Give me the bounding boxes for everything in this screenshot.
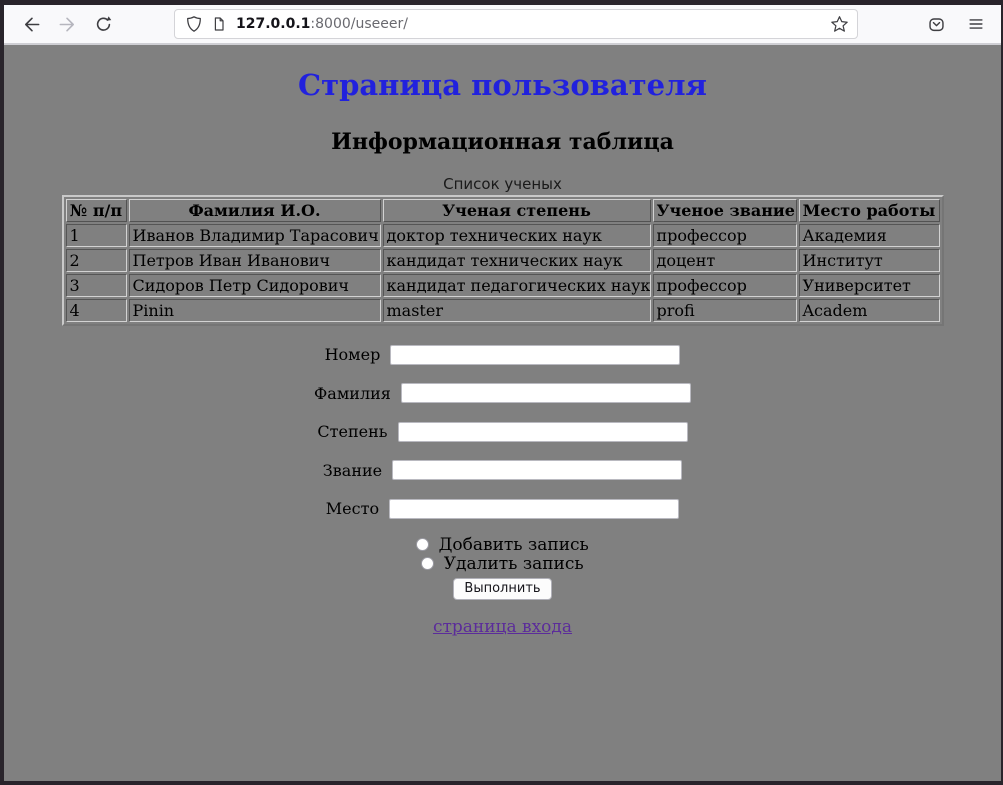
form-row-number: Номер xyxy=(4,344,1001,365)
form-row-place: Место xyxy=(4,498,1001,519)
delete-record-label: Удалить запись xyxy=(444,554,584,574)
column-header-surname: Фамилия И.О. xyxy=(129,199,381,222)
table-header-row: № п/п Фамилия И.О. Ученая степень Ученое… xyxy=(66,199,940,222)
degree-field-label: Степень xyxy=(317,422,387,441)
cell-rank: доцент xyxy=(653,249,797,272)
radio-row-add: Добавить запись xyxy=(4,536,1001,555)
back-button[interactable] xyxy=(16,9,46,39)
cell-number: 1 xyxy=(66,224,127,247)
browser-toolbar: 127.0.0.1:8000/useeer/ xyxy=(4,5,1001,45)
cell-degree: доктор технических наук xyxy=(383,224,651,247)
menu-icon xyxy=(967,15,985,33)
cell-degree: кандидат педагогических наук xyxy=(383,274,651,297)
cell-number: 3 xyxy=(66,274,127,297)
rank-field-label: Звание xyxy=(323,461,382,480)
cell-surname: Pinin xyxy=(129,299,381,322)
form-row-surname: Фамилия xyxy=(4,383,1001,404)
table-row: 4 Pinin master profi Academ xyxy=(66,299,940,322)
table-row: 2 Петров Иван Иванович кандидат техничес… xyxy=(66,249,940,272)
column-header-rank: Ученое звание xyxy=(653,199,797,222)
table-caption: Список ученых xyxy=(4,175,1001,193)
add-record-label: Добавить запись xyxy=(439,535,589,555)
forward-button[interactable] xyxy=(52,9,82,39)
column-header-number: № п/п xyxy=(66,199,127,222)
cell-surname: Сидоров Петр Сидорович xyxy=(129,274,381,297)
column-header-workplace: Место работы xyxy=(799,199,940,222)
surname-field-label: Фамилия xyxy=(314,384,391,403)
button-row: Выполнить xyxy=(4,577,1001,600)
url-host: 127.0.0.1 xyxy=(236,16,310,32)
place-field-input[interactable] xyxy=(389,499,679,519)
cell-number: 4 xyxy=(66,299,127,322)
column-header-degree: Ученая степень xyxy=(383,199,651,222)
delete-record-radio[interactable] xyxy=(421,557,434,570)
url-bar[interactable]: 127.0.0.1:8000/useeer/ xyxy=(174,9,858,39)
cell-workplace: Институт xyxy=(799,249,940,272)
table-row: 3 Сидоров Петр Сидорович кандидат педаго… xyxy=(66,274,940,297)
forward-icon xyxy=(58,15,77,34)
execute-button[interactable]: Выполнить xyxy=(453,578,551,600)
cell-workplace: Academ xyxy=(799,299,940,322)
rank-field-input[interactable] xyxy=(392,460,682,480)
cell-surname: Петров Иван Иванович xyxy=(129,249,381,272)
url-path: :8000/useeer/ xyxy=(310,16,408,32)
shield-icon[interactable] xyxy=(185,15,203,33)
degree-field-input[interactable] xyxy=(398,422,688,442)
login-page-link[interactable]: страница входа xyxy=(433,617,572,637)
cell-degree: master xyxy=(383,299,651,322)
cell-number: 2 xyxy=(66,249,127,272)
reload-button[interactable] xyxy=(88,9,118,39)
reload-icon xyxy=(94,15,113,34)
cell-rank: profi xyxy=(653,299,797,322)
page-title: Страница пользователя xyxy=(4,68,1001,102)
back-icon xyxy=(22,15,41,34)
link-row: страница входа xyxy=(4,617,1001,637)
pocket-icon xyxy=(927,15,946,34)
add-record-radio[interactable] xyxy=(416,538,429,551)
cell-workplace: Университет xyxy=(799,274,940,297)
menu-button[interactable] xyxy=(961,9,991,39)
page-icon[interactable] xyxy=(211,16,227,32)
pocket-button[interactable] xyxy=(921,9,951,39)
place-field-label: Место xyxy=(326,499,379,518)
cell-rank: профессор xyxy=(653,274,797,297)
number-field-label: Номер xyxy=(325,345,381,364)
radio-row-delete: Удалить запись xyxy=(4,555,1001,574)
cell-workplace: Академия xyxy=(799,224,940,247)
form-row-degree: Степень xyxy=(4,421,1001,442)
cell-surname: Иванов Владимир Тарасович xyxy=(129,224,381,247)
scientists-table: № п/п Фамилия И.О. Ученая степень Ученое… xyxy=(62,195,944,326)
bookmark-star-icon[interactable] xyxy=(830,15,849,34)
page-viewport: Страница пользователя Информационная таб… xyxy=(4,45,1001,781)
number-field-input[interactable] xyxy=(390,345,680,365)
url-text[interactable]: 127.0.0.1:8000/useeer/ xyxy=(236,16,830,32)
cell-rank: профессор xyxy=(653,224,797,247)
table-row: 1 Иванов Владимир Тарасович доктор техни… xyxy=(66,224,940,247)
surname-field-input[interactable] xyxy=(401,383,691,403)
page-subtitle: Информационная таблица xyxy=(4,129,1001,155)
form-row-rank: Звание xyxy=(4,460,1001,481)
cell-degree: кандидат технических наук xyxy=(383,249,651,272)
browser-window: 127.0.0.1:8000/useeer/ xyxy=(4,5,1001,781)
action-radio-group: Добавить запись Удалить запись xyxy=(4,536,1001,574)
